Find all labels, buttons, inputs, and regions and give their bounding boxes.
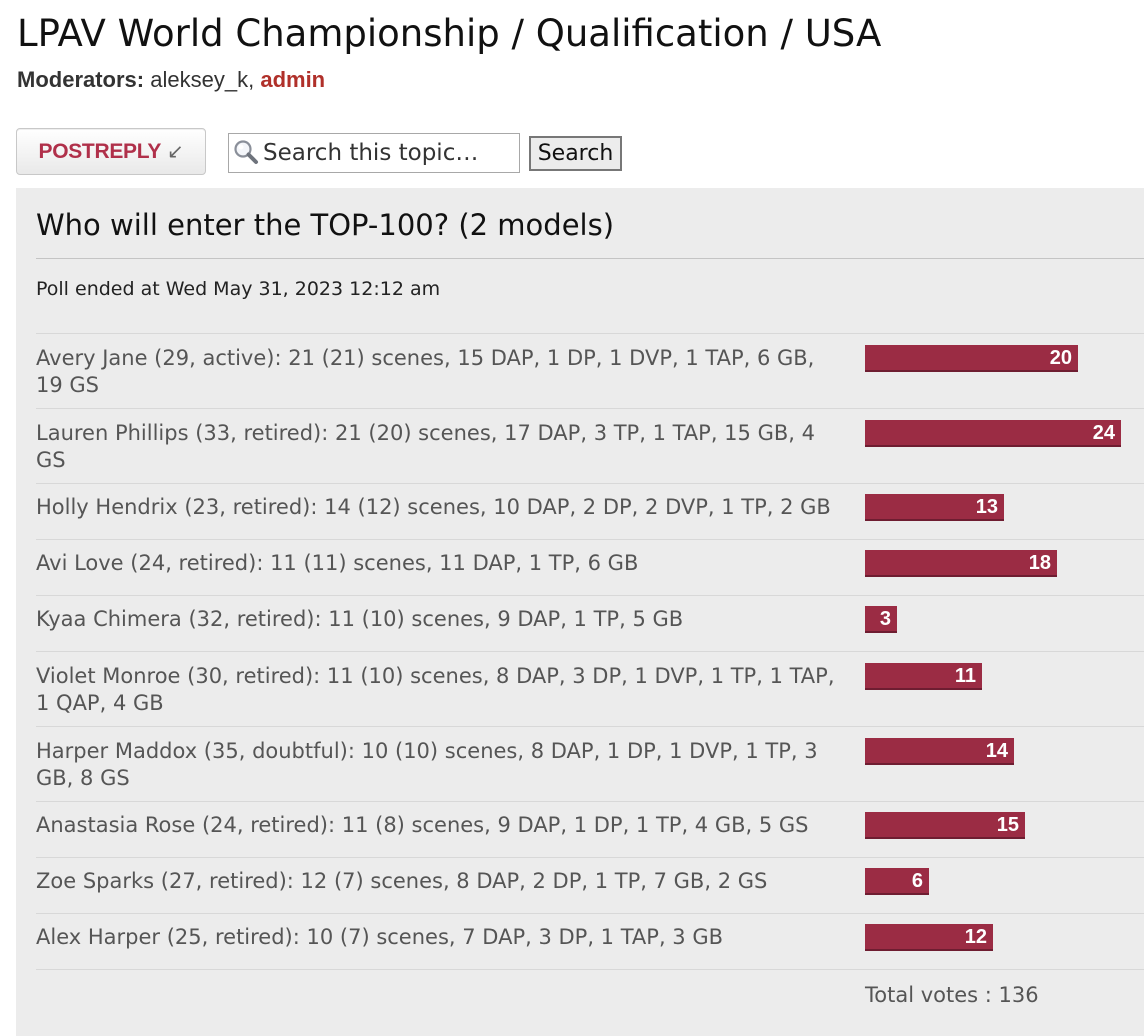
poll-option-text: Zoe Sparks (27, retired): 12 (7) scenes,… [36, 869, 768, 893]
poll-option-bar: 12 [865, 924, 993, 951]
poll-option-votes: 14 [985, 740, 1008, 762]
poll-option-text: Kyaa Chimera (32, retired): 11 (10) scen… [36, 607, 684, 631]
poll-option-row: Avery Jane (29, active): 21 (21) scenes,… [36, 333, 1144, 408]
poll-option-text: Avi Love (24, retired): 11 (11) scenes, … [36, 551, 639, 575]
poll-option-row: Holly Hendrix (23, retired): 14 (12) sce… [36, 483, 1144, 539]
poll-option-bar: 15 [865, 812, 1025, 839]
poll-option-text: Lauren Phillips (33, retired): 21 (20) s… [36, 421, 815, 472]
moderator-link-admin[interactable]: admin [260, 67, 325, 92]
poll-option-votes: 18 [1028, 552, 1051, 574]
poll-option-votes: 6 [911, 870, 923, 892]
magnifier-icon [234, 140, 258, 164]
poll-option-bar: 6 [865, 868, 929, 895]
poll-option-row: Violet Monroe (30, retired): 11 (10) sce… [36, 651, 1144, 726]
reply-arrow-icon: ↙ [167, 141, 184, 163]
poll-option-text: Alex Harper (25, retired): 10 (7) scenes… [36, 925, 724, 949]
poll-option-votes: 15 [996, 814, 1019, 836]
poll-option-votes: 13 [975, 496, 998, 518]
poll-option-votes: 3 [879, 608, 891, 630]
search-box[interactable] [228, 133, 520, 173]
search-input[interactable] [261, 140, 513, 166]
poll-option-text: Anastasia Rose (24, retired): 11 (8) sce… [36, 813, 809, 837]
poll-divider [36, 258, 1144, 259]
poll-option-bar: 11 [865, 663, 982, 690]
moderators-label: Moderators: [17, 67, 145, 92]
poll-option-row: Avi Love (24, retired): 11 (11) scenes, … [36, 539, 1144, 595]
poll-option-text: Avery Jane (29, active): 21 (21) scenes,… [36, 346, 815, 397]
post-reply-label: POSTREPLY [38, 139, 162, 163]
post-reply-button[interactable]: POSTREPLY ↙ [16, 128, 206, 175]
moderators-line: Moderators: aleksey_k, admin [17, 67, 325, 93]
poll-option-bar: 20 [865, 345, 1078, 372]
poll-option-votes: 11 [954, 665, 976, 687]
poll-ended-text: Poll ended at Wed May 31, 2023 12:12 am [36, 278, 441, 300]
poll-panel: Who will enter the TOP-100? (2 models) P… [16, 188, 1144, 1036]
search-button[interactable]: Search [529, 136, 622, 171]
poll-option-bar: 13 [865, 494, 1004, 521]
poll-option-row: Lauren Phillips (33, retired): 21 (20) s… [36, 408, 1144, 483]
poll-option-bar: 14 [865, 738, 1014, 765]
poll-option-row: Anastasia Rose (24, retired): 11 (8) sce… [36, 801, 1144, 857]
poll-option-text: Harper Maddox (35, doubtful): 10 (10) sc… [36, 739, 818, 790]
topic-title: LPAV World Championship / Qualification … [17, 12, 882, 55]
poll-option-votes: 12 [964, 926, 987, 948]
poll-option-row: Harper Maddox (35, doubtful): 10 (10) sc… [36, 726, 1144, 801]
total-votes: Total votes : 136 [865, 983, 1039, 1007]
moderator-link-aleksey[interactable]: aleksey_k, [150, 67, 254, 92]
poll-option-votes: 24 [1092, 422, 1115, 444]
poll-option-bar: 18 [865, 550, 1057, 577]
poll-option-bar: 24 [865, 420, 1121, 447]
poll-options-list: Avery Jane (29, active): 21 (21) scenes,… [36, 333, 1144, 970]
poll-question: Who will enter the TOP-100? (2 models) [36, 208, 615, 242]
poll-option-row: Zoe Sparks (27, retired): 12 (7) scenes,… [36, 857, 1144, 913]
poll-option-text: Holly Hendrix (23, retired): 14 (12) sce… [36, 495, 831, 519]
poll-option-text: Violet Monroe (30, retired): 11 (10) sce… [36, 664, 835, 715]
poll-option-votes: 20 [1049, 347, 1072, 369]
poll-option-bar: 3 [865, 606, 897, 633]
poll-option-row: Kyaa Chimera (32, retired): 11 (10) scen… [36, 595, 1144, 651]
poll-option-row: Alex Harper (25, retired): 10 (7) scenes… [36, 913, 1144, 970]
